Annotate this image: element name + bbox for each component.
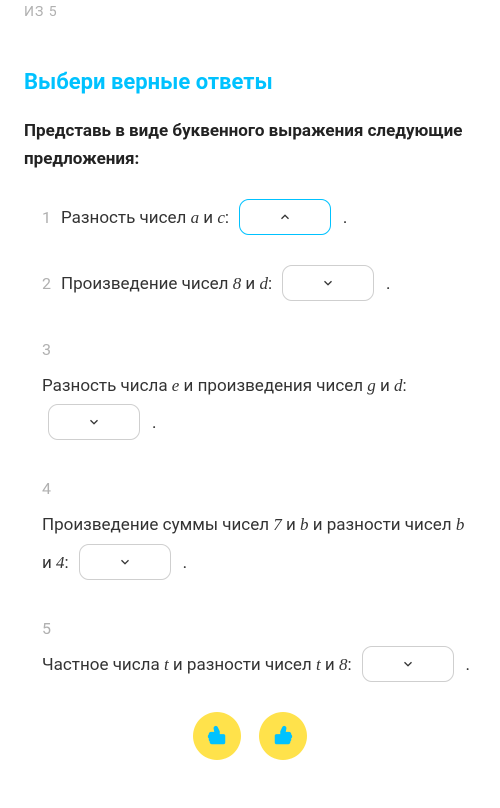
item-text: и разности чисел [169,655,316,675]
item-text: : [347,655,351,675]
chevron-down-icon [87,415,101,429]
page-title: Выбери верные ответы [24,70,476,95]
variable: 8 [233,274,242,293]
question-item: 4 Произведение суммы чисел 7 и b и разно… [24,471,476,583]
question-item: 1 Разность чисел a и c: . [24,199,476,237]
variable: c [217,208,225,227]
item-text: и произведения чисел [179,376,367,396]
answer-dropdown[interactable] [79,544,171,580]
thumbs-up-icon [272,725,294,747]
feedback-footer [24,712,476,760]
chevron-down-icon [118,555,132,569]
item-number: 5 [42,611,51,646]
instruction-text: Представь в виде буквенного выражения сл… [24,117,476,173]
item-text: : [268,274,272,294]
item-text: Произведение чисел [61,274,233,294]
variable: a [191,208,200,227]
item-text: и [199,208,217,228]
progress-indicator: ИЗ 5 [24,0,476,20]
item-text: и [321,655,339,675]
period: . [343,208,347,228]
item-text: Частное числа [42,655,164,675]
item-text: и [241,274,259,294]
answer-dropdown[interactable] [48,404,140,440]
item-text: и [42,553,56,573]
question-list: 1 Разность чисел a и c: . 2 Произведение… [24,199,476,684]
item-number: 3 [42,332,51,367]
answer-dropdown[interactable] [362,646,454,682]
item-text: Произведение суммы чисел [42,515,273,535]
answer-dropdown[interactable] [282,265,374,301]
chevron-up-icon [278,210,292,224]
period: . [386,274,390,294]
variable: 4 [56,553,65,572]
item-number: 1 [42,200,51,235]
period: . [466,655,470,675]
thumbs-down-icon [206,725,228,747]
item-text: Разность чисел [61,208,191,228]
item-number: 4 [42,471,51,506]
chevron-down-icon [321,276,335,290]
item-number: 2 [42,266,51,301]
variable: d [259,274,268,293]
variable: g [367,376,376,395]
period: . [152,413,156,433]
variable: b [456,515,465,534]
variable: b [300,515,309,534]
thumbs-up-button[interactable] [259,712,307,760]
chevron-down-icon [401,657,415,671]
question-item: 2 Произведение чисел 8 и d: . [24,265,476,303]
thumbs-down-button[interactable] [193,712,241,760]
period: . [183,553,187,573]
question-item: 3 Разность числа e и произведения чисел … [24,332,476,443]
item-text: : [403,376,407,396]
item-text: и [282,515,300,535]
item-text: и [376,376,394,396]
item-text: : [225,208,229,228]
variable: 7 [273,515,282,534]
item-text: и разности чисел [309,515,456,535]
variable: d [394,376,403,395]
item-text: Разность числа [42,376,172,396]
question-item: 5 Частное числа t и разности чисел t и 8… [24,611,476,685]
answer-dropdown[interactable] [239,199,331,235]
item-text: : [65,553,69,573]
